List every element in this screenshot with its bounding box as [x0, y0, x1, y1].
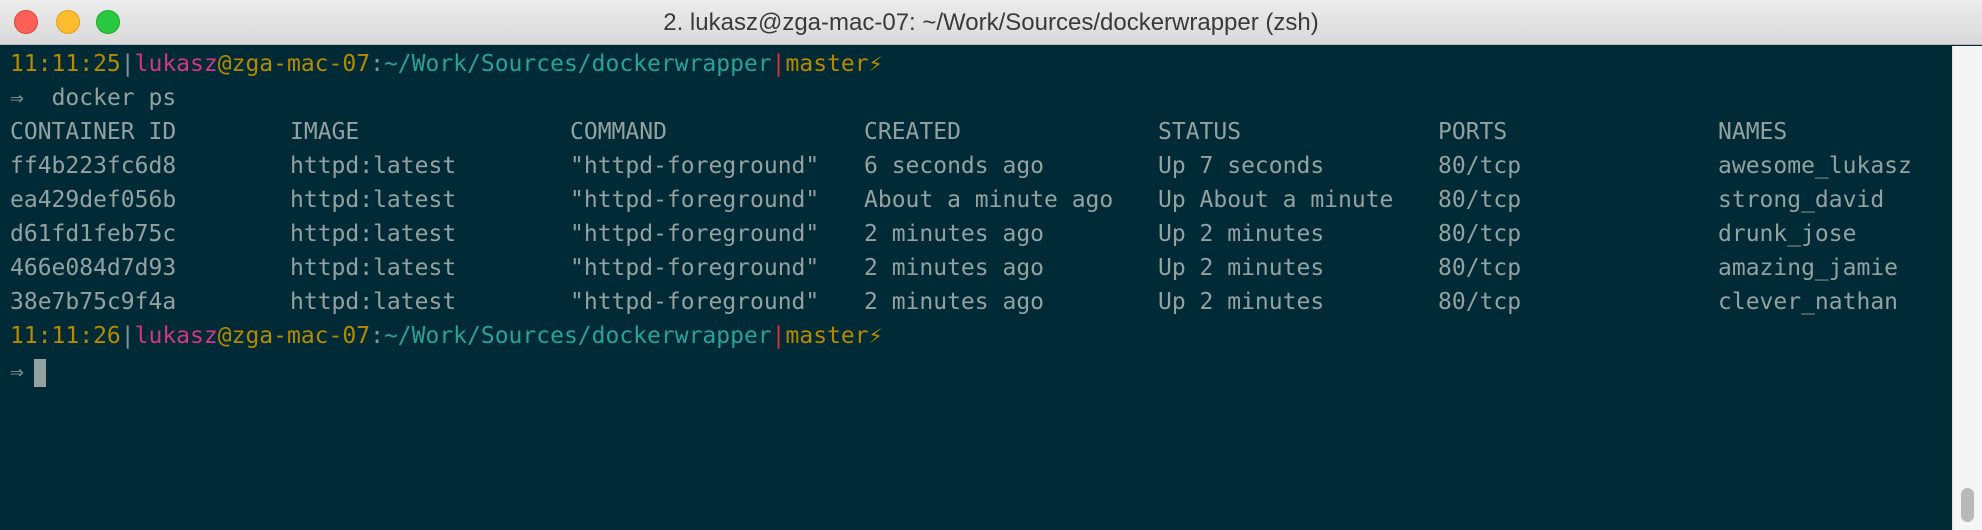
header-names: NAMES [1718, 119, 1788, 145]
cell-names: amazing_jamie [1718, 255, 1899, 281]
command-text: docker ps [51, 85, 177, 111]
cell-created: 6 seconds ago [864, 153, 1045, 179]
prompt-time: 11:11:26 [10, 323, 121, 349]
cell-status: Up 2 minutes [1158, 221, 1325, 247]
title-bar[interactable]: 2. lukasz@zga-mac-07: ~/Work/Sources/doc… [0, 0, 1982, 45]
cell-status: Up 2 minutes [1158, 255, 1325, 281]
prompt-separator: | [120, 323, 135, 349]
cell-container-id: 466e084d7d93 [10, 255, 177, 281]
cell-container-id: ff4b223fc6d8 [10, 153, 177, 179]
cell-command: "httpd-foreground" [570, 221, 820, 247]
cell-ports: 80/tcp [1438, 153, 1522, 179]
prompt-arrow-icon: ⇒ [10, 359, 24, 385]
prompt-colon: : [370, 323, 384, 349]
header-command: COMMAND [570, 119, 667, 145]
cell-container-id: 38e7b75c9f4a [10, 289, 177, 315]
cell-container-id: ea429def056b [10, 187, 177, 213]
cell-ports: 80/tcp [1438, 221, 1522, 247]
cell-ports: 80/tcp [1438, 187, 1522, 213]
header-image: IMAGE [290, 119, 360, 145]
cell-status: Up 7 seconds [1158, 153, 1325, 179]
cell-ports: 80/tcp [1438, 255, 1522, 281]
cell-created: 2 minutes ago [864, 221, 1045, 247]
prompt-at: @ [217, 323, 232, 349]
cell-image: httpd:latest [290, 153, 457, 179]
prompt-user: lukasz [134, 51, 218, 77]
prompt-line: 11:11:25|lukasz@zga-mac-07:~/Work/Source… [10, 47, 882, 81]
cell-command: "httpd-foreground" [570, 187, 820, 213]
prompt-line: 11:11:26|lukasz@zga-mac-07:~/Work/Source… [10, 319, 882, 353]
cell-created: 2 minutes ago [864, 255, 1045, 281]
input-line[interactable]: ⇒ [10, 355, 46, 389]
prompt-colon: : [370, 51, 384, 77]
cell-container-id: d61fd1feb75c [10, 221, 177, 247]
prompt-path: ~/Work/Sources/dockerwrapper [383, 323, 772, 349]
text-cursor [33, 358, 46, 387]
terminal-output[interactable]: 11:11:25|lukasz@zga-mac-07:~/Work/Source… [0, 46, 1952, 530]
close-icon[interactable] [14, 10, 38, 34]
lightning-bolt-icon: ⚡ [868, 323, 883, 349]
cell-names: clever_nathan [1718, 289, 1899, 315]
prompt-user: lukasz [134, 323, 218, 349]
zoom-icon[interactable] [96, 10, 120, 34]
prompt-host: zga-mac-07 [231, 51, 371, 77]
cell-image: httpd:latest [290, 187, 457, 213]
table-row: ff4b223fc6d8 httpd:latest "httpd-foregro… [10, 149, 1950, 183]
table-row: d61fd1feb75c httpd:latest "httpd-foregro… [10, 217, 1950, 251]
prompt-host: zga-mac-07 [231, 323, 371, 349]
cell-names: drunk_jose [1718, 221, 1857, 247]
cell-image: httpd:latest [290, 255, 457, 281]
table-row: ea429def056b httpd:latest "httpd-foregro… [10, 183, 1950, 217]
prompt-time: 11:11:25 [10, 51, 121, 77]
table-header-row: CONTAINER ID IMAGE COMMAND CREATED STATU… [10, 115, 1950, 149]
cell-image: httpd:latest [290, 221, 457, 247]
prompt-branch-separator: | [771, 323, 786, 349]
cell-command: "httpd-foreground" [570, 153, 820, 179]
prompt-separator: | [120, 51, 135, 77]
command-line: ⇒ docker ps [10, 81, 176, 115]
cell-created: 2 minutes ago [864, 289, 1045, 315]
cell-command: "httpd-foreground" [570, 255, 820, 281]
cell-command: "httpd-foreground" [570, 289, 820, 315]
table-row: 38e7b75c9f4a httpd:latest "httpd-foregro… [10, 285, 1950, 319]
terminal-window: 2. lukasz@zga-mac-07: ~/Work/Sources/doc… [0, 0, 1982, 530]
prompt-arrow-icon: ⇒ [10, 85, 24, 111]
cell-created: About a minute ago [864, 187, 1114, 213]
prompt-branch-separator: | [771, 51, 786, 77]
prompt-branch: master [785, 323, 869, 349]
prompt-branch: master [785, 51, 869, 77]
cell-status: Up About a minute [1158, 187, 1394, 213]
cell-names: strong_david [1718, 187, 1885, 213]
cell-names: awesome_lukasz [1718, 153, 1912, 179]
cell-status: Up 2 minutes [1158, 289, 1325, 315]
header-container-id: CONTAINER ID [10, 119, 177, 145]
window-title: 2. lukasz@zga-mac-07: ~/Work/Sources/doc… [663, 9, 1319, 36]
lightning-bolt-icon: ⚡ [868, 51, 883, 77]
scrollbar-thumb[interactable] [1961, 488, 1974, 522]
cell-ports: 80/tcp [1438, 289, 1522, 315]
prompt-at: @ [217, 51, 232, 77]
header-created: CREATED [864, 119, 961, 145]
prompt-path: ~/Work/Sources/dockerwrapper [383, 51, 772, 77]
table-row: 466e084d7d93 httpd:latest "httpd-foregro… [10, 251, 1950, 285]
cell-image: httpd:latest [290, 289, 457, 315]
scrollbar[interactable] [1952, 46, 1982, 530]
minimize-icon[interactable] [56, 10, 80, 34]
header-ports: PORTS [1438, 119, 1508, 145]
header-status: STATUS [1158, 119, 1242, 145]
